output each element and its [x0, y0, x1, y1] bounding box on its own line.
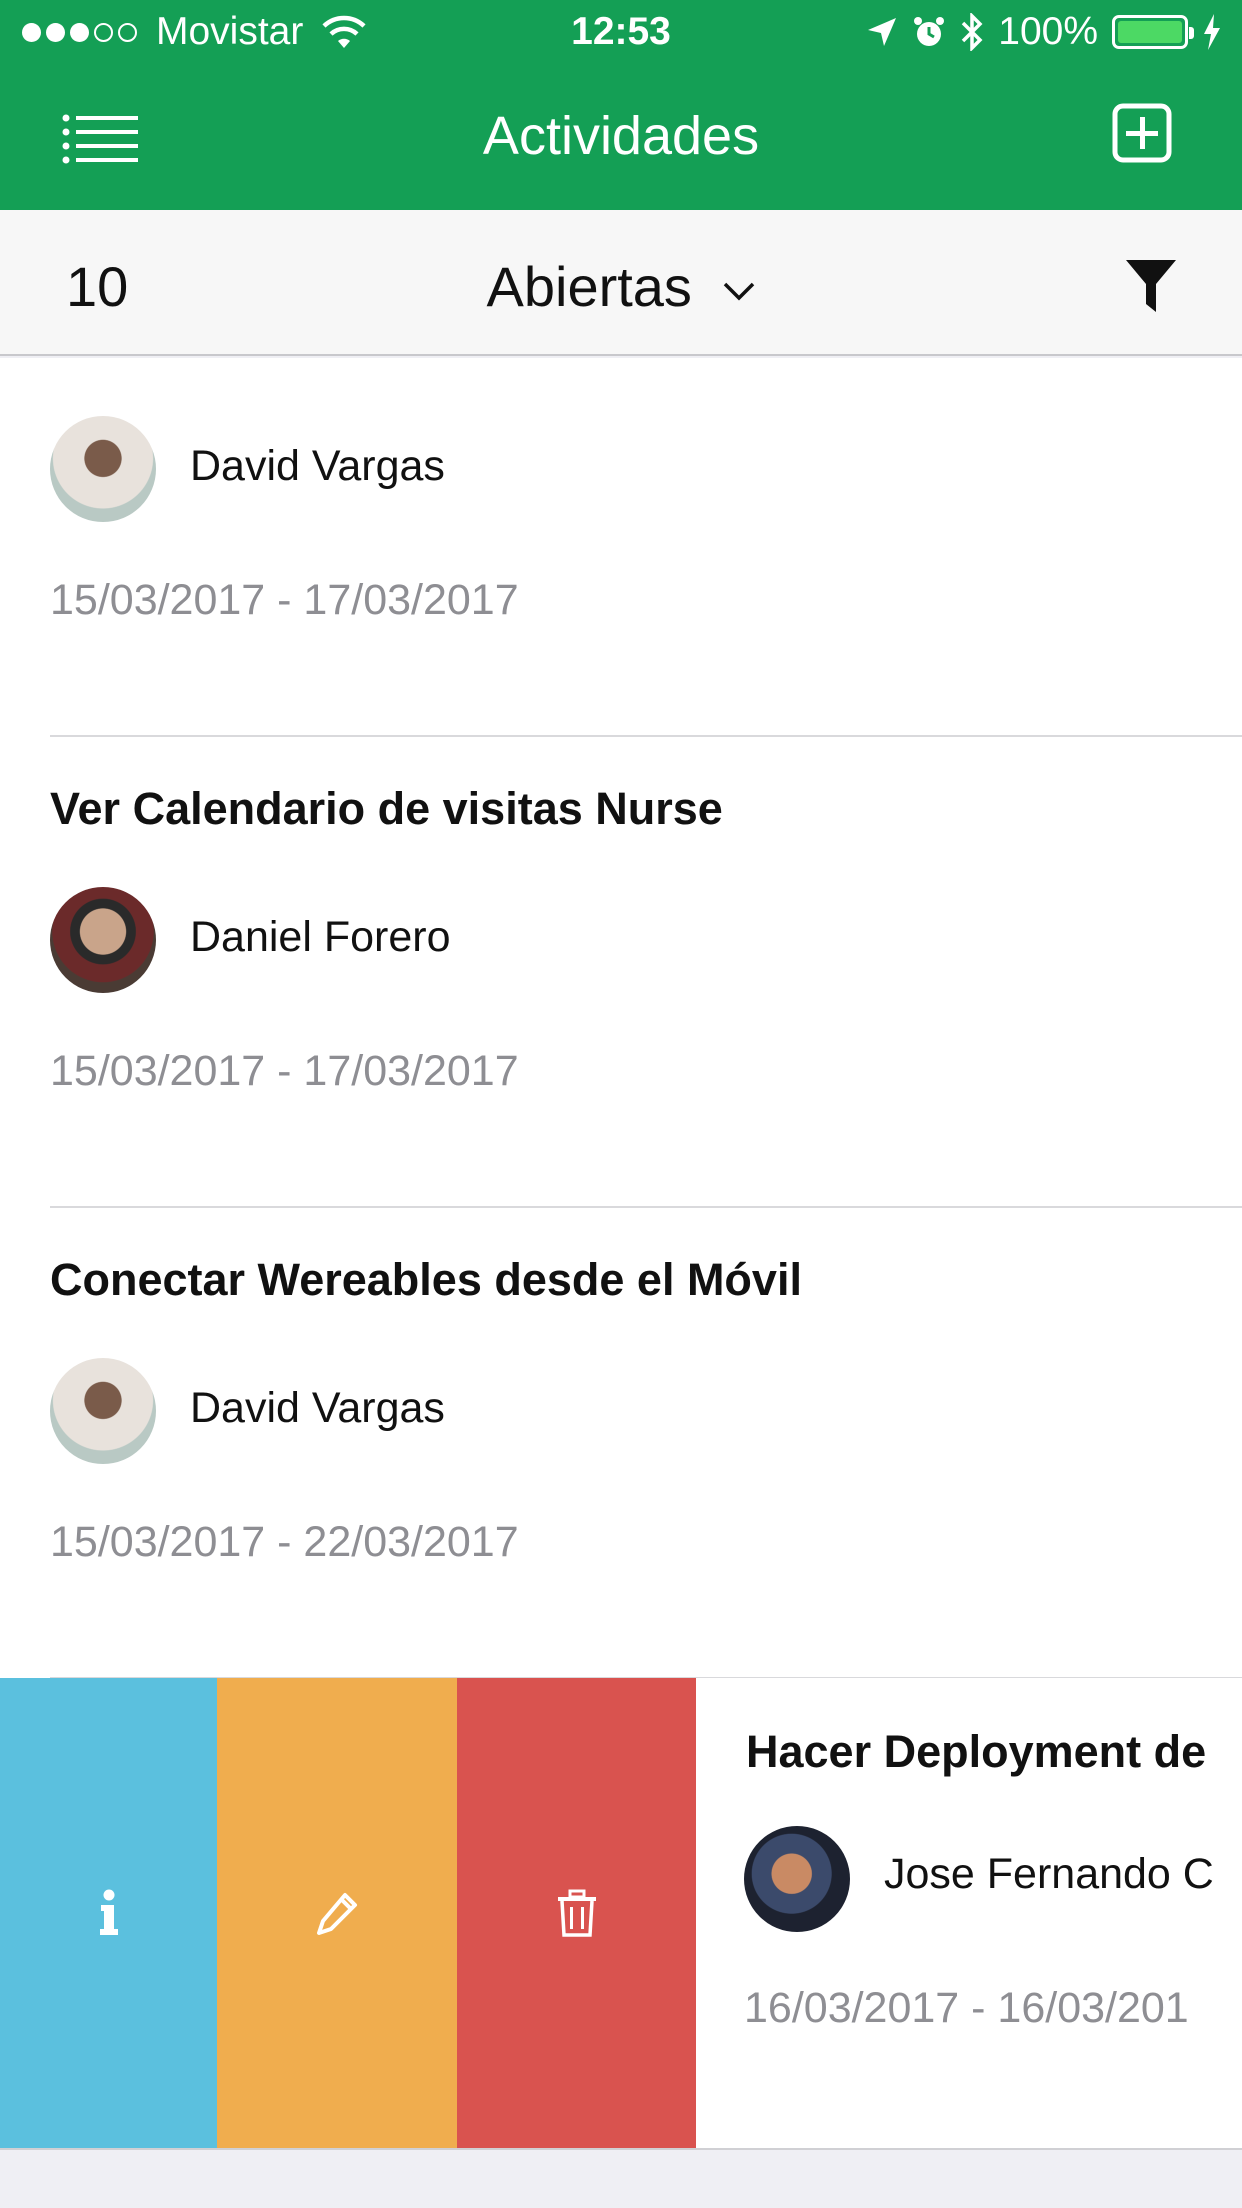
assignee-name: David Vargas: [190, 442, 445, 490]
status-bar: Movistar 12:53 100%: [0, 0, 1242, 66]
delete-button[interactable]: [457, 1678, 696, 2148]
location-arrow-icon: [868, 18, 897, 46]
divider: [0, 2148, 1242, 2150]
page-title: Actividades: [482, 106, 760, 166]
edit-button[interactable]: [217, 1678, 457, 2148]
trash-icon: [557, 1889, 596, 1937]
date-range: 15/03/2017 - 17/03/2017: [50, 1047, 519, 1095]
list-item[interactable]: Hacer Deployment de Jose Fernando C 16/0…: [696, 1678, 1242, 2148]
list-item[interactable]: David Vargas 15/03/2017 - 17/03/2017: [0, 358, 1242, 736]
activity-title: Ver Calendario de visitas Nurse: [50, 783, 723, 834]
pencil-icon: [317, 1893, 357, 1935]
battery-icon: [1112, 15, 1194, 49]
activity-title: Hacer Deployment de: [746, 1726, 1207, 1777]
activity-title: Conectar Wereables desde el Móvil: [50, 1254, 802, 1305]
date-range: 15/03/2017 - 17/03/2017: [50, 576, 519, 624]
list-item[interactable]: Conectar Wereables desde el Móvil David …: [0, 1208, 1242, 1678]
chevron-down-icon: [723, 282, 754, 301]
info-button[interactable]: [0, 1678, 217, 2148]
avatar: [50, 416, 156, 522]
swiped-list-item[interactable]: Hacer Deployment de Jose Fernando C 16/0…: [0, 1678, 1242, 2148]
avatar: [744, 1826, 850, 1932]
bluetooth-icon: [962, 13, 983, 51]
battery-percent: 100%: [998, 10, 1098, 53]
date-range: 16/03/2017 - 16/03/201: [744, 1984, 1189, 2032]
alarm-icon: [914, 17, 945, 46]
state-dropdown-label: Abiertas: [486, 255, 692, 318]
avatar: [50, 887, 156, 993]
funnel-icon[interactable]: [1124, 258, 1178, 314]
top-bar: Movistar 12:53 100% Actividades: [0, 0, 1242, 210]
filter-bar: 10 Abiertas: [0, 210, 1242, 356]
assignee-name: Jose Fernando C: [884, 1850, 1214, 1898]
charging-bolt-icon: [1204, 14, 1220, 50]
list-item[interactable]: Ver Calendario de visitas Nurse Daniel F…: [0, 737, 1242, 1207]
plus-square-icon[interactable]: [1112, 103, 1172, 163]
info-icon: [99, 1889, 118, 1935]
assignee-name: David Vargas: [190, 1384, 445, 1432]
state-dropdown[interactable]: Abiertas: [0, 254, 1242, 319]
avatar: [50, 1358, 156, 1464]
date-range: 15/03/2017 - 22/03/2017: [50, 1518, 519, 1566]
assignee-name: Daniel Forero: [190, 913, 451, 961]
